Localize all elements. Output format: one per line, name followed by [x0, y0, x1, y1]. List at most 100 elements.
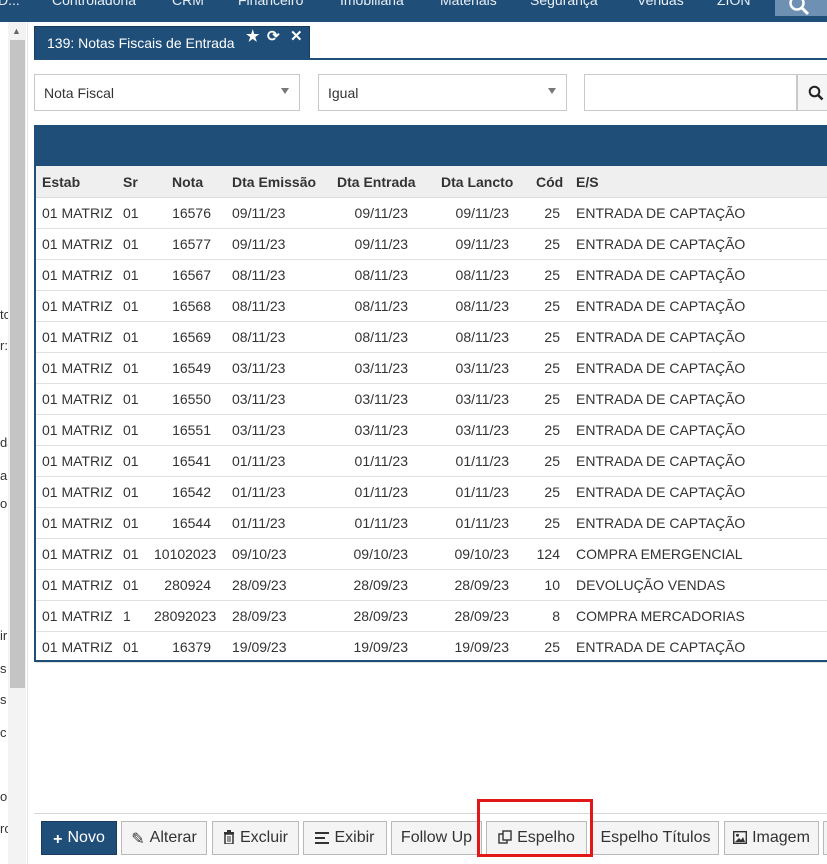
table-row[interactable]: 01 MATRIZ 01 16576 09/11/23 09/11/23 09/11/23… [36, 198, 827, 229]
left-text-fragment: tc [0, 307, 8, 322]
scroll-up-arrow-icon[interactable]: ▲ [12, 26, 21, 36]
left-text-fragment: rc [0, 821, 8, 836]
table-row[interactable]: 01 MATRIZ 01 16379 19/09/23 19/09/23 19/09/23… [36, 632, 827, 663]
espelho-titulos-button[interactable]: Espelho Títulos [592, 821, 719, 855]
cell-estab: 01 MATRIZ [42, 298, 113, 314]
column-header-nota[interactable]: Nota [172, 174, 203, 190]
cell-cod: 25 [544, 422, 560, 438]
menu-item-materiais[interactable]: Materiais [440, 0, 497, 8]
cell-estab: 01 MATRIZ [42, 236, 113, 252]
table-row[interactable]: 01 MATRIZ 01 280924 28/09/23 28/09/23 28/09/2… [36, 570, 827, 601]
column-header-sr[interactable]: Sr [123, 174, 138, 190]
cell-dta-entrada: 03/11/23 [354, 360, 408, 376]
left-text-fragment: s [0, 661, 7, 676]
column-header-dta-emissao[interactable]: Dta Emissão [232, 174, 316, 190]
list-icon [315, 831, 330, 849]
cell-nota: 16569 [172, 329, 211, 345]
cell-nota: 16549 [172, 360, 211, 376]
cell-dta-emissao: 28/09/23 [232, 608, 287, 624]
table-row[interactable]: 01 MATRIZ 01 16567 08/11/23 08/11/23 08/11/23… [36, 260, 827, 291]
table-row[interactable]: 01 MATRIZ 01 16550 03/11/23 03/11/23 03/11/23… [36, 384, 827, 415]
cell-sr: 01 [123, 298, 139, 314]
menu-item-crm[interactable]: CRM [172, 0, 204, 8]
table-row[interactable]: 01 MATRIZ 01 16568 08/11/23 08/11/23 08/11/23… [36, 291, 827, 322]
cell-cod: 25 [544, 453, 560, 469]
cell-dta-lancto: 09/11/23 [455, 236, 509, 252]
table-row[interactable]: 01 MATRIZ 01 16544 01/11/23 01/11/23 01/11/23… [36, 508, 827, 539]
cell-dta-entrada: 28/09/23 [353, 577, 409, 593]
cell-dta-lancto: 01/11/23 [455, 453, 509, 469]
imagem-button[interactable]: Imagem [724, 821, 819, 855]
table-row[interactable]: 01 MATRIZ 01 10102023 09/10/23 09/10/23 09/10… [36, 539, 827, 570]
tab-notas-fiscais-entrada[interactable]: 139: Notas Fiscais de Entrada ★ ⟳ ✕ [34, 26, 310, 59]
cell-sr: 01 [123, 484, 139, 500]
table-row[interactable]: 01 MATRIZ 01 16551 03/11/23 03/11/23 03/11/23… [36, 415, 827, 446]
cell-dta-emissao: 08/11/23 [232, 267, 286, 283]
cell-dta-emissao: 09/11/23 [232, 236, 286, 252]
cell-dta-entrada: 08/11/23 [354, 267, 408, 283]
column-header-cod[interactable]: Cód [536, 174, 563, 190]
filter-field-value: Nota Fiscal [44, 85, 115, 101]
grid-rows: 01 MATRIZ 01 16576 09/11/23 09/11/23 09/11/23… [36, 198, 827, 663]
tab-title: 139: Notas Fiscais de Entrada [47, 35, 235, 51]
cell-dta-entrada: 01/11/23 [354, 484, 408, 500]
star-icon[interactable]: ★ [246, 27, 259, 45]
chevron-down-icon [548, 88, 556, 94]
cell-estab: 01 MATRIZ [42, 453, 113, 469]
cell-cod: 25 [544, 391, 560, 407]
cell-cod: 25 [544, 639, 560, 655]
cell-estab: 01 MATRIZ [42, 484, 113, 500]
cell-es: ENTRADA DE CAPTAÇÃO [576, 453, 746, 469]
table-row[interactable]: 01 MATRIZ 01 16577 09/11/23 09/11/23 09/11/23… [36, 229, 827, 260]
cell-nota: 28092023 [154, 608, 217, 624]
global-search-button[interactable] [775, 0, 827, 16]
cell-nota: 16379 [172, 639, 211, 655]
exibir-button[interactable]: Exibir [303, 821, 387, 855]
cell-estab: 01 MATRIZ [42, 608, 113, 624]
cell-nota: 16551 [172, 422, 211, 438]
cell-dta-lancto: 01/11/23 [455, 515, 509, 531]
column-header-dta-entrada[interactable]: Dta Entrada [337, 174, 416, 190]
toolbar-divider [34, 813, 827, 814]
follow-up-button[interactable]: Follow Up [391, 821, 482, 855]
excluir-button[interactable]: Excluir [212, 821, 299, 855]
menu-item-controladoria[interactable]: Controladoria [52, 0, 136, 8]
filter-field-select[interactable]: Nota Fiscal [34, 74, 300, 111]
table-row[interactable]: 01 MATRIZ 1 28092023 28/09/23 28/09/23 28/09/… [36, 601, 827, 632]
chevron-down-icon [281, 88, 289, 94]
menu-item-zion[interactable]: ZION [717, 0, 750, 8]
menu-item-financeiro[interactable]: Financeiro [238, 0, 303, 8]
cell-dta-emissao: 19/09/23 [232, 639, 287, 655]
cell-cod: 25 [544, 515, 560, 531]
left-scrollbar-thumb[interactable] [10, 40, 25, 688]
novo-button[interactable]: + Novo [41, 821, 117, 855]
menu-item-imobiliaria[interactable]: Imobiliária [340, 0, 404, 8]
filter-search-button[interactable] [797, 74, 827, 111]
table-row[interactable]: 01 MATRIZ 01 16542 01/11/23 01/11/23 01/11/23… [36, 477, 827, 508]
alterar-button[interactable]: ✎ Alterar [121, 821, 207, 855]
column-header-es[interactable]: E/S [576, 174, 599, 190]
cell-es: ENTRADA DE CAPTAÇÃO [576, 267, 746, 283]
close-icon[interactable]: ✕ [290, 27, 303, 45]
cell-estab: 01 MATRIZ [42, 360, 113, 376]
column-header-dta-lancto[interactable]: Dta Lancto [441, 174, 513, 190]
refresh-icon[interactable]: ⟳ [267, 27, 280, 45]
cell-es: ENTRADA DE CAPTAÇÃO [576, 236, 746, 252]
menu-item-seguranca[interactable]: Segurança [530, 0, 598, 8]
cell-estab: 01 MATRIZ [42, 546, 113, 562]
more-toolbar-button[interactable] [823, 821, 827, 855]
espelho-titulos-button-label: Espelho Títulos [600, 829, 711, 846]
cell-dta-emissao: 01/11/23 [232, 515, 286, 531]
cell-estab: 01 MATRIZ [42, 639, 113, 655]
table-row[interactable]: 01 MATRIZ 01 16541 01/11/23 01/11/23 01/11/23… [36, 446, 827, 477]
table-row[interactable]: 01 MATRIZ 01 16569 08/11/23 08/11/23 08/11/23… [36, 322, 827, 353]
cell-dta-entrada: 01/11/23 [354, 453, 408, 469]
filter-operator-select[interactable]: Igual [318, 74, 567, 111]
column-header-estab[interactable]: Estab [42, 174, 80, 190]
search-icon [808, 85, 824, 101]
filter-value-input[interactable] [584, 74, 797, 111]
table-row[interactable]: 01 MATRIZ 01 16549 03/11/23 03/11/23 03/11/23… [36, 353, 827, 384]
menu-item-vendas[interactable]: Vendas [637, 0, 684, 8]
cell-nota: 16550 [172, 391, 211, 407]
menu-item-partial[interactable]: D... [0, 0, 20, 8]
